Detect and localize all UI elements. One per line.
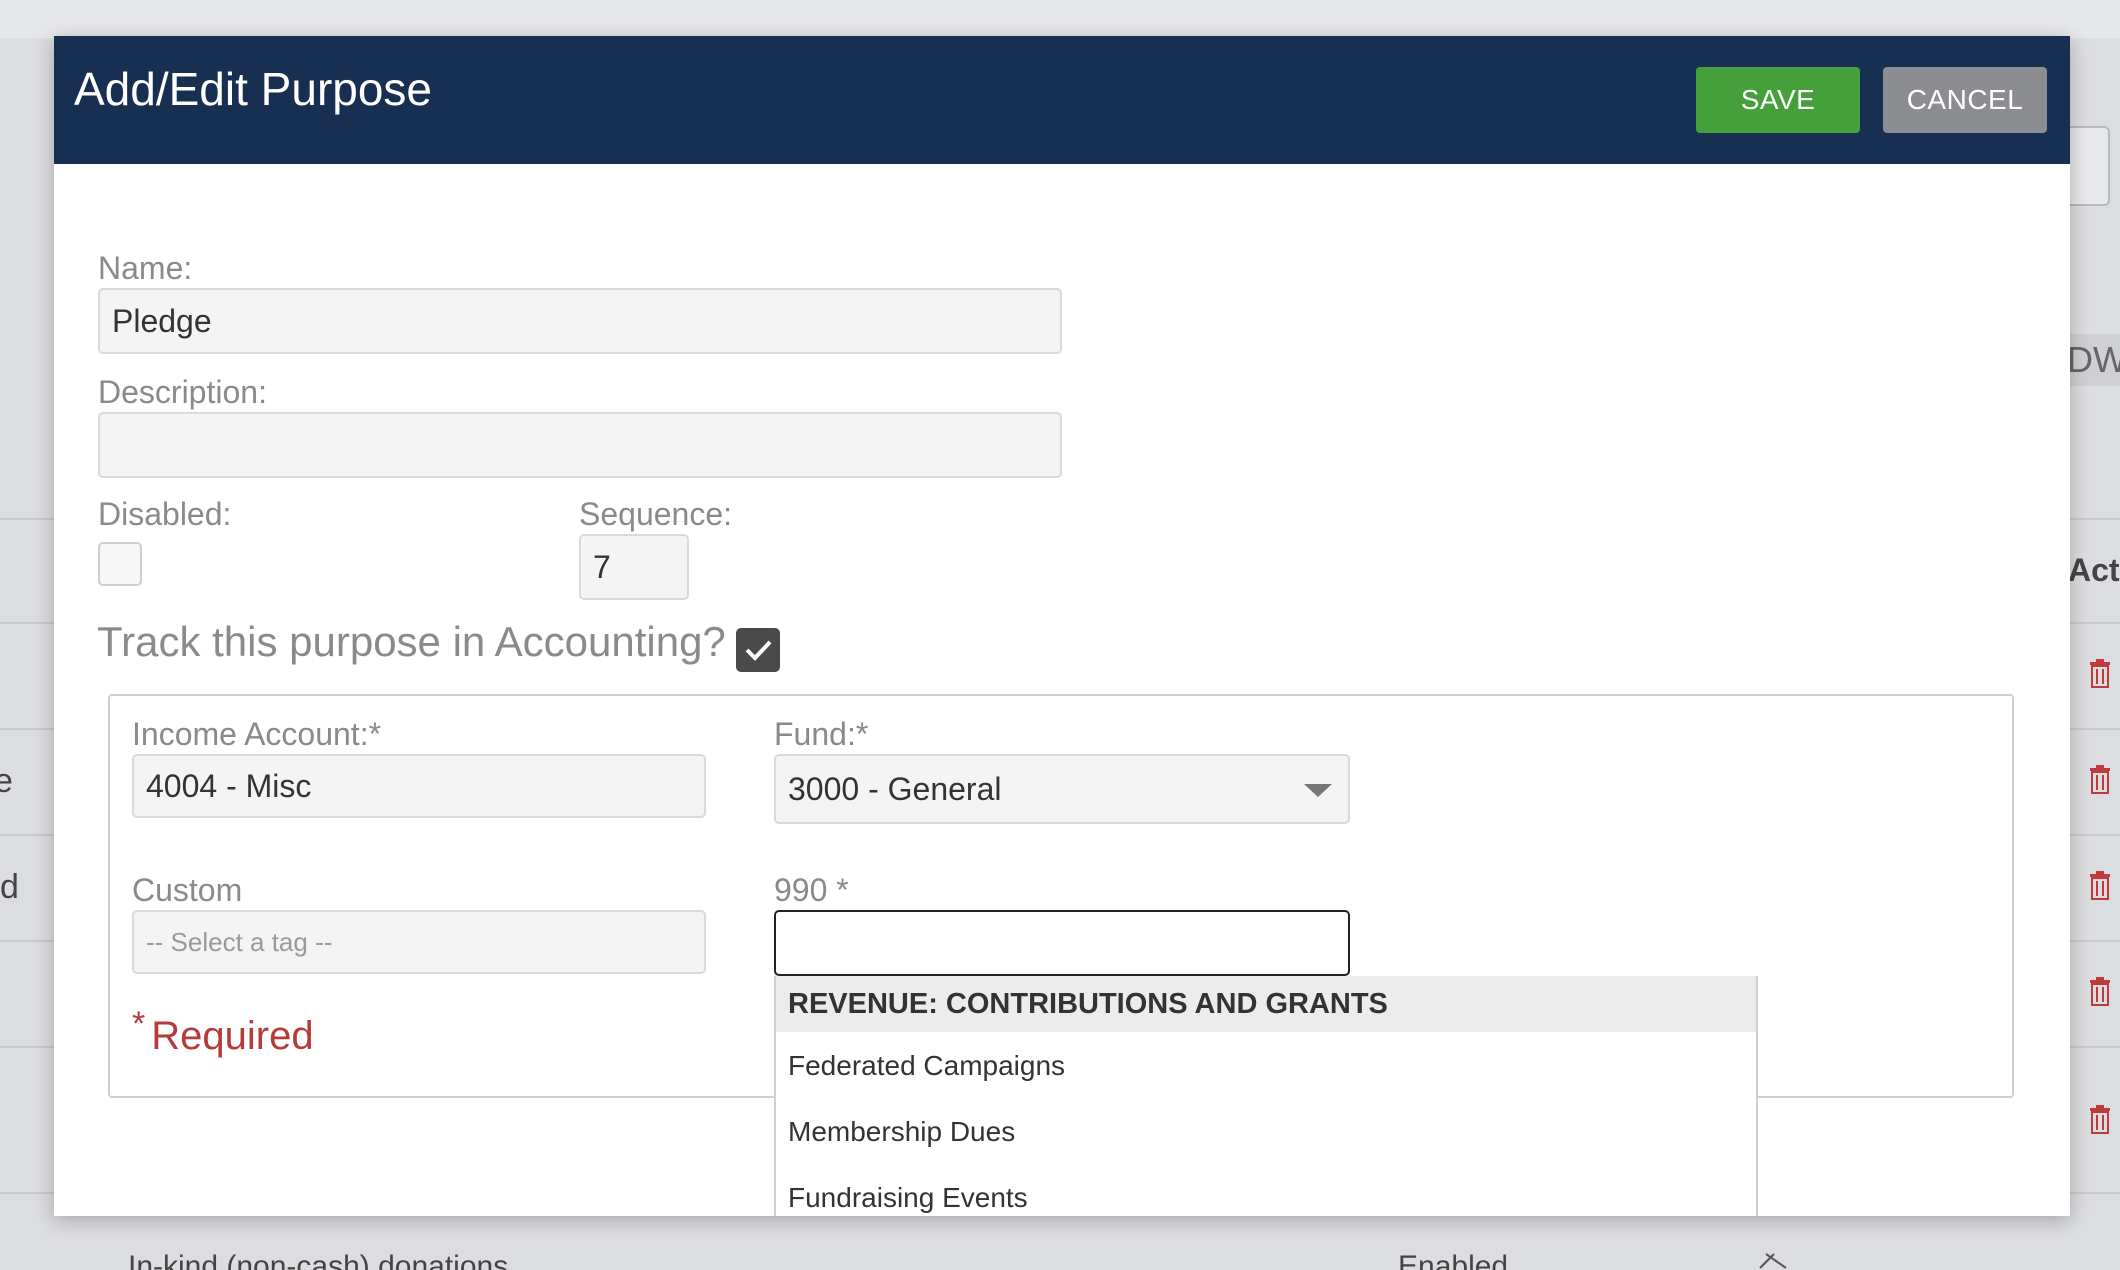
track-accounting-label: Track this purpose in Accounting? (97, 618, 726, 665)
dropdown-option[interactable]: Membership Dues (788, 1116, 1015, 1148)
disabled-label: Disabled: (98, 496, 232, 532)
background-actions-header: Acti (2068, 552, 2120, 588)
sequence-input[interactable]: 7 (579, 534, 689, 600)
add-edit-purpose-modal: Add/Edit Purpose SAVE CANCEL Name: Pledg… (54, 36, 2070, 1216)
form990-label: 990 * (774, 872, 849, 908)
trash-icon[interactable] (2088, 764, 2112, 794)
income-account-label: Income Account:* (132, 716, 382, 752)
form990-dropdown: REVENUE: CONTRIBUTIONS AND GRANTS Federa… (774, 976, 1758, 1216)
required-star: * (132, 1005, 146, 1043)
sequence-label: Sequence: (579, 496, 733, 532)
background-row-name: In-kind (non-cash) donations (128, 1250, 509, 1270)
background-row-text: e (0, 762, 13, 800)
name-label: Name: (98, 250, 193, 286)
modal-header: Add/Edit Purpose SAVE CANCEL (54, 36, 2070, 164)
trash-icon[interactable] (2088, 870, 2112, 900)
custom-label: Custom (132, 872, 243, 908)
custom-tag-select[interactable]: -- Select a tag -- (132, 910, 706, 974)
dropdown-group-header: REVENUE: CONTRIBUTIONS AND GRANTS (776, 976, 1756, 1032)
pin-icon[interactable] (1756, 1250, 1790, 1270)
dropdown-option[interactable]: Federated Campaigns (788, 1050, 1065, 1082)
chevron-down-icon (1304, 784, 1332, 797)
fund-label: Fund:* (774, 716, 869, 752)
background-label-fragment: DW (2067, 334, 2120, 386)
required-note: * Required (132, 1005, 314, 1059)
name-input[interactable]: Pledge (98, 288, 1062, 354)
cancel-button[interactable]: CANCEL (1883, 67, 2047, 133)
trash-icon[interactable] (2088, 658, 2112, 688)
save-button[interactable]: SAVE (1696, 67, 1860, 133)
modal-title: Add/Edit Purpose (74, 63, 433, 115)
sequence-value: 7 (593, 548, 611, 585)
dropdown-option[interactable]: Fundraising Events (788, 1182, 1028, 1214)
name-value: Pledge (112, 302, 212, 339)
background-row-status: Enabled (1398, 1250, 1509, 1270)
checkmark-icon (745, 640, 772, 661)
background-top-band (0, 0, 2120, 38)
required-label: Required (151, 1014, 314, 1058)
fund-value: 3000 - General (788, 770, 1002, 807)
custom-tag-placeholder: -- Select a tag -- (146, 926, 333, 957)
description-label: Description: (98, 374, 267, 410)
track-accounting-checkbox[interactable] (736, 628, 780, 672)
trash-icon[interactable] (2088, 1104, 2112, 1134)
form990-input[interactable] (774, 910, 1350, 976)
description-input[interactable] (98, 412, 1062, 478)
income-account-input[interactable]: 4004 - Misc (132, 754, 706, 818)
income-account-value: 4004 - Misc (146, 767, 312, 804)
disabled-checkbox[interactable] (98, 542, 142, 586)
trash-icon[interactable] (2088, 976, 2112, 1006)
fund-select[interactable]: 3000 - General (774, 754, 1350, 824)
background-row-text: d (0, 868, 19, 906)
